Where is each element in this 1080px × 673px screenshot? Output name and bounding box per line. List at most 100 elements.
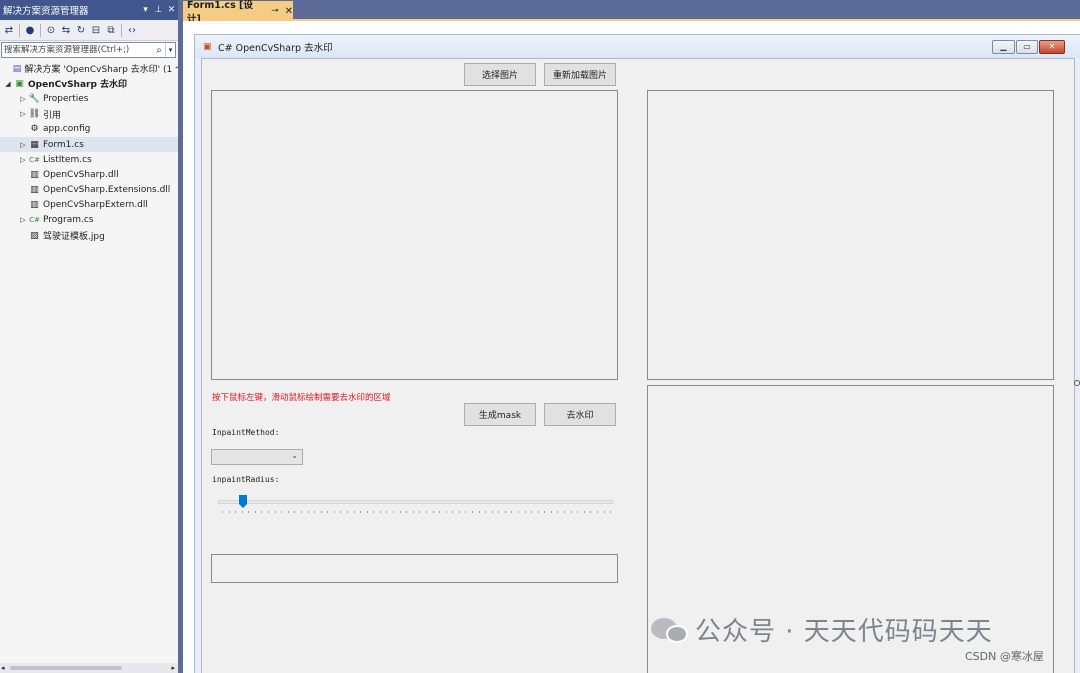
slider-tick [458, 511, 460, 513]
expand-arrow-icon[interactable]: ◢ [3, 80, 13, 88]
tree-item[interactable]: ▷ 🔧 Properties [0, 91, 178, 106]
slider-tick [557, 511, 559, 513]
tree-item[interactable]: ▷ ⛓ 引用 [0, 107, 178, 122]
view-code-icon[interactable]: ‹› [125, 22, 139, 38]
sync-with-document-icon[interactable]: ⇆ [59, 22, 73, 38]
horizontal-scrollbar[interactable]: ◂ ▸ [0, 663, 178, 673]
slider-tick [544, 511, 546, 513]
switch-views-icon[interactable]: ⇄ [2, 22, 16, 38]
tree-item-label: OpenCvSharp 去水印 [28, 80, 128, 91]
search-icon[interactable]: ⌕ [153, 45, 165, 56]
tree-item-label: Form1.cs [43, 139, 84, 150]
close-button[interactable]: ✕ [1039, 40, 1065, 54]
slider-tick [498, 511, 500, 513]
slider-tick [248, 511, 250, 513]
solution-icon: ▤ [12, 63, 22, 74]
tree-item[interactable]: ◢ ▣ OpenCvSharp 去水印 [0, 76, 178, 91]
tree-item[interactable]: ▥ OpenCvSharp.dll [0, 167, 178, 182]
maximize-button[interactable]: ▭ [1016, 40, 1038, 54]
tree-item[interactable]: ⚙ app.config [0, 122, 178, 137]
slider-tick [281, 511, 283, 513]
form-client-area: 选择图片 重新加载图片 按下鼠标左键，滑动鼠标绘制需要去水印的区域 生成mask… [201, 58, 1075, 673]
slider-tick [300, 511, 302, 513]
panel-dropdown-icon[interactable]: ▾ [139, 5, 152, 15]
tree-item[interactable]: ▥ OpenCvSharpExtern.dll [0, 198, 178, 213]
wrench-icon: 🔧 [28, 93, 41, 104]
tab-form1-designer[interactable]: Form1.cs [设计] ⊸ ✕ [183, 0, 293, 25]
expand-arrow-icon[interactable]: ▷ [18, 156, 28, 164]
expand-arrow-icon[interactable]: ▷ [18, 141, 28, 149]
slider-tick [261, 511, 263, 513]
panel-pin-icon[interactable]: ⊥ [152, 5, 165, 15]
slider-tick [491, 511, 493, 513]
refresh-icon[interactable]: ↻ [74, 22, 88, 38]
slider-tick [570, 511, 572, 513]
slider-tick [235, 511, 237, 513]
remove-watermark-button[interactable]: 去水印 [544, 403, 616, 426]
minimize-button[interactable]: ▁ [992, 40, 1015, 54]
tree-item[interactable]: ▨ 驾驶证模板.jpg [0, 228, 178, 243]
tree-item[interactable]: ▤解决方案 'OpenCvSharp 去水印' (1 个项目) [0, 61, 178, 76]
slider-tick [610, 511, 612, 513]
generate-mask-button[interactable]: 生成mask [464, 403, 536, 426]
chevron-down-icon: ⌄ [291, 451, 298, 460]
slider-tick [432, 511, 434, 513]
slider-tick [307, 511, 309, 513]
tree-item-label: OpenCvSharp.Extensions.dll [43, 185, 171, 196]
slider-tick [399, 511, 401, 513]
slider-tick [445, 511, 447, 513]
reload-image-button[interactable]: 重新加载图片 [544, 63, 616, 86]
pending-changes-filter-icon[interactable]: ⊙ [44, 22, 58, 38]
mask-picture-box [647, 90, 1054, 380]
slider-tick [393, 511, 395, 513]
slider-tick [360, 511, 362, 513]
designer-resize-handle[interactable] [1074, 380, 1080, 386]
expand-arrow-icon[interactable]: ▷ [18, 95, 28, 103]
slider-tick [327, 511, 329, 513]
expand-arrow-icon[interactable]: ▷ [18, 110, 28, 118]
show-all-files-icon[interactable]: ⧉ [104, 22, 118, 38]
tree-item-label: 解决方案 'OpenCvSharp 去水印' (1 个项目) [24, 65, 178, 76]
tree-item[interactable]: ▷ ▦ Form1.cs [0, 136, 178, 153]
home-icon[interactable]: ● [23, 22, 37, 38]
source-picture-box[interactable] [211, 90, 618, 380]
tree-item[interactable]: ▷ C# Program.cs [0, 213, 178, 228]
status-textbox[interactable] [211, 554, 618, 583]
tree-item[interactable]: ▥ OpenCvSharp.Extensions.dll [0, 183, 178, 198]
panel-close-icon[interactable]: ✕ [165, 5, 178, 15]
collapse-all-icon[interactable]: ⊟ [89, 22, 103, 38]
slider-tick [412, 511, 414, 513]
form-window[interactable]: ▣ C# OpenCvSharp 去水印 ▁ ▭ ✕ 选择图片 重新加载图片 按… [194, 34, 1080, 673]
slider-tick [254, 511, 256, 513]
tree-item-label: 引用 [43, 110, 62, 121]
inpaint-radius-label: inpaintRadius: [212, 475, 280, 484]
slider-tick [228, 511, 230, 513]
slider-tick [379, 511, 381, 513]
select-image-button[interactable]: 选择图片 [464, 63, 536, 86]
tab-close-icon[interactable]: ✕ [285, 6, 293, 17]
search-options-dropdown-icon[interactable]: ▾ [165, 43, 175, 57]
expand-arrow-icon[interactable]: ▷ [18, 216, 28, 224]
slider-tick [590, 511, 592, 513]
scrollbar-thumb[interactable] [10, 666, 122, 670]
slider-tick [603, 511, 605, 513]
inpaint-method-label: InpaintMethod: [212, 428, 280, 437]
search-input[interactable] [2, 45, 153, 55]
inpaint-radius-slider-thumb[interactable] [239, 495, 247, 508]
slider-tick [518, 511, 520, 513]
document-area: Form1.cs [设计] ⊸ ✕ ▣ C# OpenCvSharp 去水印 ▁… [183, 0, 1080, 673]
form-app-icon: ▣ [203, 41, 212, 52]
csharp-file-icon: C# [29, 155, 40, 164]
scroll-left-icon[interactable]: ◂ [1, 663, 5, 673]
scroll-right-icon[interactable]: ▸ [171, 663, 175, 673]
slider-tick [511, 511, 513, 513]
inpaint-method-combobox[interactable]: ⌄ [211, 449, 303, 465]
inpaint-radius-track[interactable] [218, 500, 613, 504]
slider-tick [346, 511, 348, 513]
dll-icon: ▥ [30, 169, 39, 180]
slider-tick [314, 511, 316, 513]
tab-pin-icon[interactable]: ⊸ [271, 6, 279, 16]
hint-label: 按下鼠标左键，滑动鼠标绘制需要去水印的区域 [212, 393, 391, 403]
tree-item[interactable]: ▷ C# ListItem.cs [0, 152, 178, 167]
slider-tick [294, 511, 296, 513]
